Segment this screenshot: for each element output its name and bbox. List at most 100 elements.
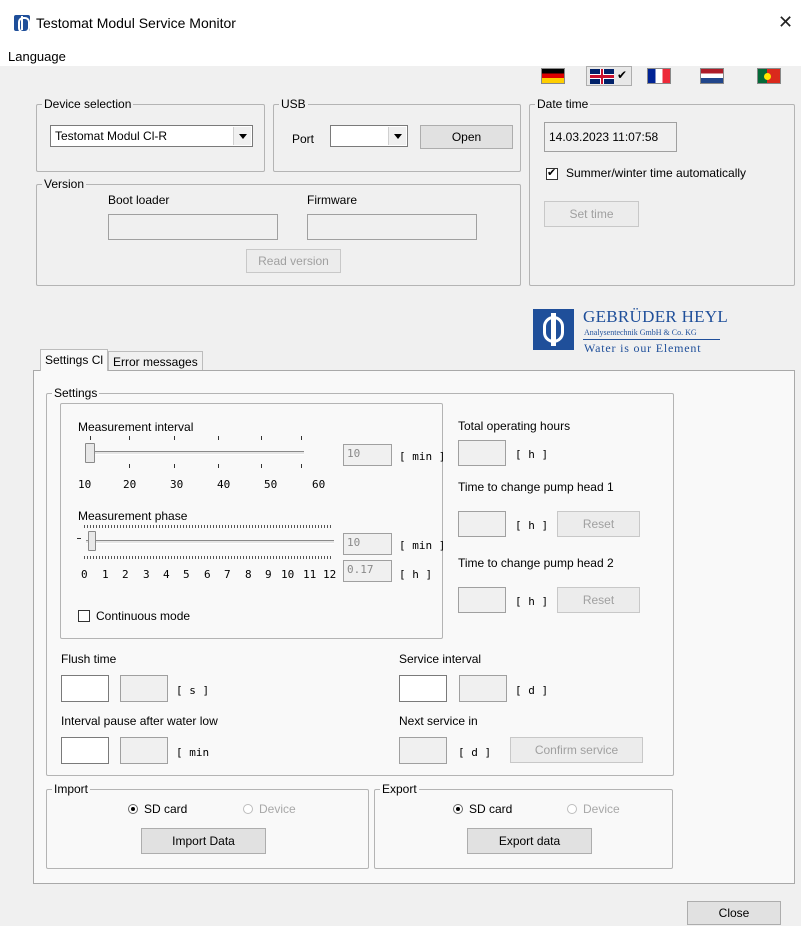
continuous-mode-label: Continuous mode — [96, 609, 191, 623]
flush-time-display — [120, 675, 168, 702]
summer-winter-checkbox[interactable] — [546, 166, 558, 180]
open-button[interactable]: Open — [420, 125, 513, 149]
bootloader-label: Boot loader — [108, 193, 170, 207]
export-device-radio[interactable] — [567, 804, 577, 814]
measurement-interval-slider[interactable] — [85, 443, 95, 463]
pump-head-2-field — [458, 587, 506, 613]
interval-pause-label: Interval pause after water low — [61, 714, 218, 728]
firmware-field — [307, 214, 477, 240]
pump-head-2-unit: [ h ] — [515, 595, 549, 608]
service-interval-display — [459, 675, 507, 702]
logo-divider — [583, 339, 720, 340]
measurement-phase-label: Measurement phase — [78, 509, 188, 523]
app-logo-icon — [14, 15, 30, 33]
french-flag-icon[interactable] — [647, 68, 671, 84]
import-sd-card-radio[interactable] — [128, 804, 138, 814]
measurement-phase-hours-value: 0.17 — [347, 563, 374, 576]
measurement-box: Measurement interval 10 20 30 40 50 60 1… — [60, 403, 446, 639]
reset-pump-head-1-button[interactable]: Reset — [557, 511, 640, 537]
measurement-phase-unit: [ min ] — [399, 539, 446, 552]
import-data-button[interactable]: Import Data — [141, 828, 266, 854]
logo-slogan: Water is our Element — [584, 341, 702, 355]
export-device-label: Device — [583, 802, 620, 816]
measurement-interval-track[interactable] — [86, 451, 304, 455]
device-select[interactable]: Testomat Modul Cl-R — [50, 125, 253, 147]
settings-title: Settings — [52, 386, 100, 400]
german-flag-icon[interactable] — [541, 68, 565, 84]
version-group: Version Boot loader Firmware Read versio… — [36, 177, 521, 286]
measurement-interval-unit: [ min ] — [399, 450, 446, 463]
interval-tick-label: 20 — [123, 478, 137, 491]
tab-error-messages[interactable]: Error messages — [108, 351, 203, 371]
service-interval-unit: [ d ] — [515, 684, 549, 697]
phase-tick-label: 2 — [122, 568, 129, 581]
english-flag-button[interactable]: ✔ — [586, 66, 632, 86]
measurement-phase-track[interactable] — [86, 540, 334, 544]
pump-head-1-unit: [ h ] — [515, 519, 549, 532]
dutch-flag-icon[interactable] — [700, 68, 724, 84]
chevron-down-icon[interactable] — [388, 127, 406, 145]
service-interval-input[interactable] — [399, 675, 447, 702]
uk-flag-icon — [590, 69, 614, 84]
flush-time-unit: [ s ] — [176, 684, 210, 697]
usb-title: USB — [279, 97, 308, 111]
menu-language[interactable]: Language — [8, 49, 66, 64]
bootloader-field — [108, 214, 278, 240]
phase-tick-label: 5 — [183, 568, 190, 581]
continuous-mode-checkbox[interactable] — [78, 610, 90, 622]
measurement-phase-slider[interactable] — [88, 531, 96, 551]
interval-tick-label: 10 — [78, 478, 92, 491]
measurement-phase-field: 10 — [343, 533, 392, 555]
next-service-label: Next service in — [399, 714, 478, 728]
export-data-button[interactable]: Export data — [467, 828, 592, 854]
flush-time-label: Flush time — [61, 652, 117, 666]
measurement-phase-value: 10 — [347, 536, 361, 549]
selected-check-icon: ✔ — [617, 68, 628, 82]
phase-tick-label: 4 — [163, 568, 170, 581]
phase-tick-label: 8 — [245, 568, 252, 581]
logo-name: GEBRÜDER HEYL — [583, 307, 729, 326]
summer-winter-label: Summer/winter time automatically — [566, 166, 747, 180]
phase-tick-label: 9 — [265, 568, 272, 581]
interval-tick-label: 40 — [217, 478, 231, 491]
total-operating-hours-unit: [ h ] — [515, 448, 549, 461]
phase-tick-label: 1 — [102, 568, 109, 581]
chevron-down-icon[interactable] — [233, 127, 251, 145]
import-device-label: Device — [259, 802, 296, 816]
interval-tick-label: 30 — [170, 478, 184, 491]
phase-tick-label: 11 — [303, 568, 317, 581]
next-service-unit: [ d ] — [458, 746, 492, 759]
date-time-group: Date time 14.03.2023 11:07:58 Summer/win… — [529, 97, 795, 286]
device-selection-group: Device selection Testomat Modul Cl-R — [36, 97, 265, 172]
portuguese-flag-icon[interactable] — [757, 68, 781, 84]
import-title: Import — [52, 782, 91, 796]
export-group: Export SD card Device Export data — [374, 782, 673, 869]
export-title: Export — [380, 782, 419, 796]
close-icon[interactable]: ✕ — [778, 12, 793, 33]
measurement-interval-value: 10 — [347, 447, 361, 460]
total-operating-hours-label: Total operating hours — [458, 419, 571, 433]
interval-pause-input[interactable] — [61, 737, 109, 764]
read-version-button[interactable]: Read version — [246, 249, 341, 273]
firmware-label: Firmware — [307, 193, 357, 207]
port-select[interactable] — [330, 125, 408, 147]
tab-settings[interactable]: Settings Cl — [40, 349, 109, 371]
device-select-value: Testomat Modul Cl-R — [55, 129, 168, 143]
next-service-field — [399, 737, 447, 764]
logo-subtitle: Analysentechnik GmbH & Co. KG — [584, 328, 697, 337]
close-button[interactable]: Close — [687, 901, 781, 925]
import-device-radio[interactable] — [243, 804, 253, 814]
export-sd-card-radio[interactable] — [453, 804, 463, 814]
reset-pump-head-2-button[interactable]: Reset — [557, 587, 640, 613]
confirm-service-button[interactable]: Confirm service — [510, 737, 643, 763]
pump-head-1-field — [458, 511, 506, 537]
interval-pause-unit: [ min — [176, 746, 210, 759]
interval-tick-label: 50 — [264, 478, 278, 491]
menu-bar: Language — [0, 44, 801, 66]
pump-head-1-label: Time to change pump head 1 — [458, 480, 614, 494]
phase-tick-label: 10 — [281, 568, 295, 581]
set-time-button[interactable]: Set time — [544, 201, 639, 227]
flush-time-input[interactable] — [61, 675, 109, 702]
phase-tick-label: 12 — [323, 568, 337, 581]
measurement-interval-field: 10 — [343, 444, 392, 466]
